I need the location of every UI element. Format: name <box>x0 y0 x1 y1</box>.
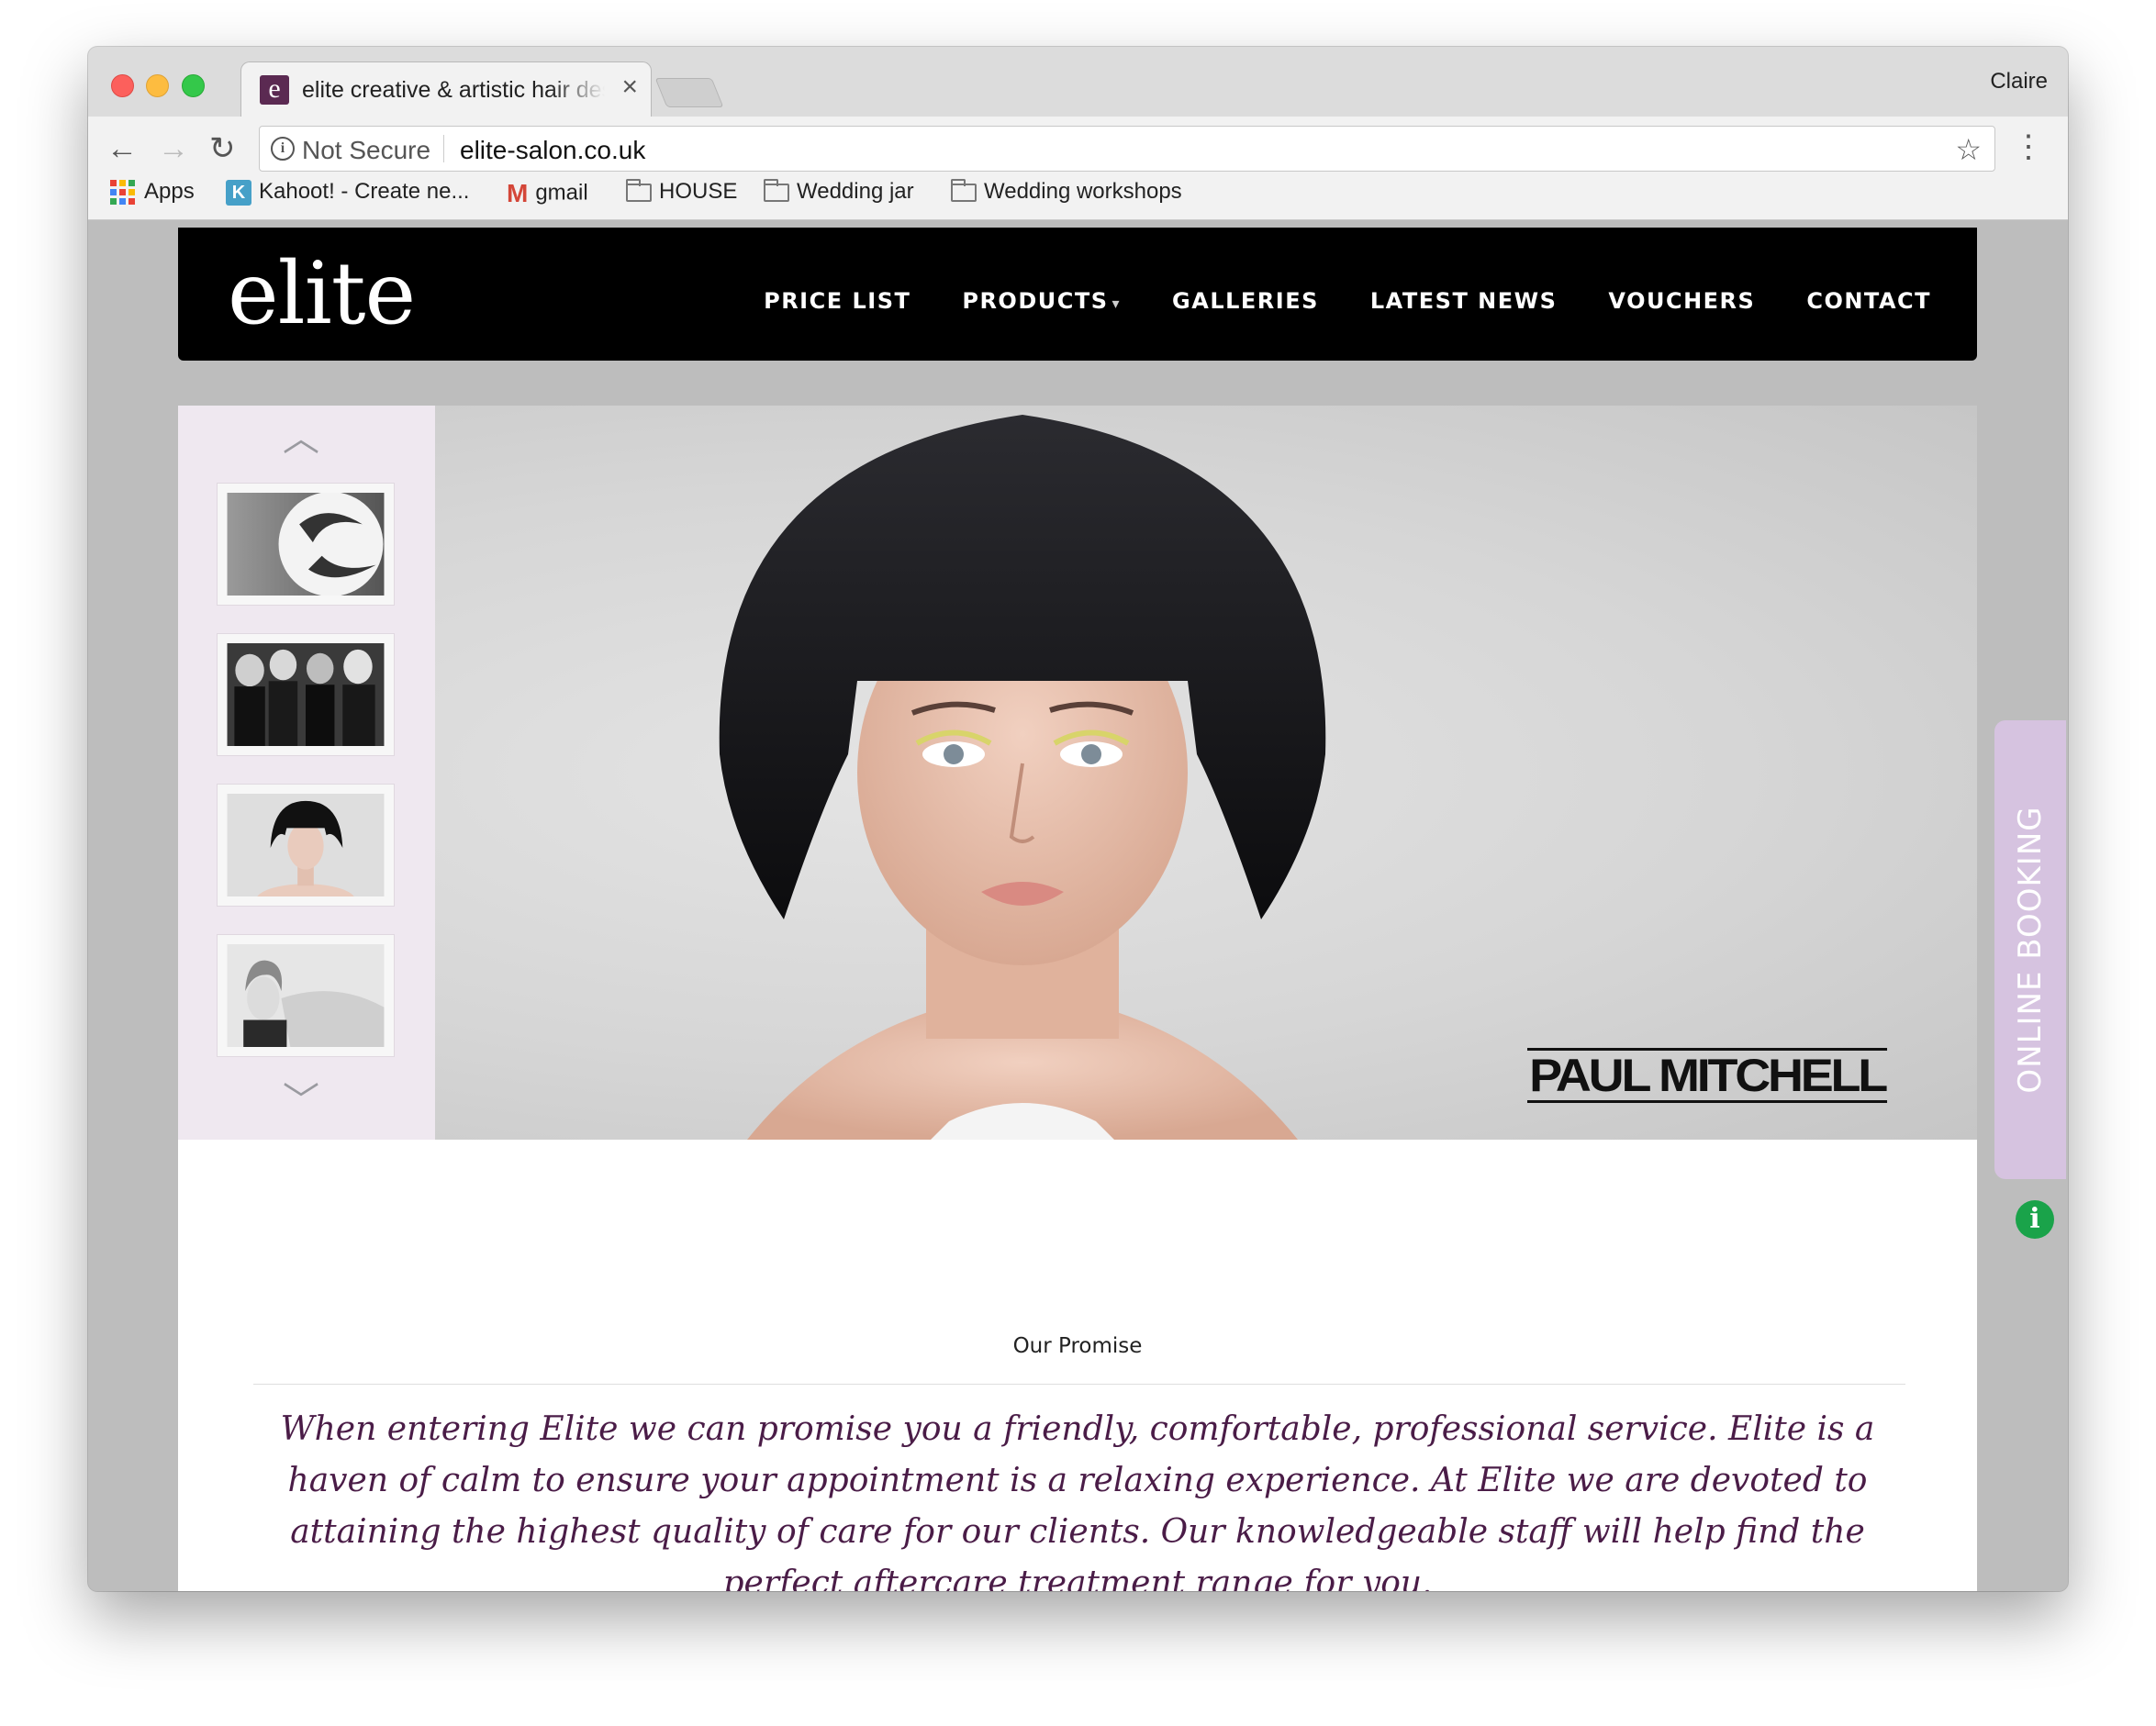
window-close-button[interactable] <box>111 74 134 97</box>
promise-text: When entering Elite we can promise you a… <box>280 1410 1875 1591</box>
window-minimize-button[interactable] <box>146 74 169 97</box>
page-viewport: elite PRICE LIST PRODUCTS ▾ GALLERIES LAT… <box>88 220 2068 1591</box>
bookmark-label: gmail <box>535 180 588 206</box>
bookmark-kahoot[interactable]: K Kahoot! - Create ne... <box>226 179 469 206</box>
site-header: elite PRICE LIST PRODUCTS ▾ GALLERIES LAT… <box>178 228 1977 361</box>
address-bar[interactable]: i Not Secure elite-salon.co.uk ☆ <box>259 126 1995 172</box>
bookmarks-bar: Apps K Kahoot! - Create ne... Mgmail HOUS… <box>88 170 2068 216</box>
site-logo[interactable]: elite <box>228 244 416 344</box>
gmail-icon: M <box>507 179 529 207</box>
info-help-icon[interactable]: i <box>2016 1200 2054 1239</box>
forward-arrow-icon[interactable]: → <box>158 133 189 164</box>
nav-contact[interactable]: CONTACT <box>1806 288 1931 314</box>
slider-thumbnail[interactable] <box>217 483 395 606</box>
address-separator <box>443 135 444 162</box>
thumbnail-image <box>227 643 385 746</box>
security-label[interactable]: Not Secure <box>302 136 430 165</box>
bookmark-label: HOUSE <box>659 179 738 204</box>
site-favicon-icon: e <box>260 75 289 105</box>
section-divider <box>253 1384 1905 1385</box>
bookmark-wedding-jar[interactable]: Wedding jar <box>764 178 914 205</box>
bookmark-label: Wedding workshops <box>984 179 1182 204</box>
browser-window: e elite creative & artistic hair design … <box>88 47 2068 1591</box>
kahoot-icon: K <box>226 179 251 206</box>
info-icon[interactable]: i <box>271 137 295 161</box>
thumbnail-image <box>227 492 385 596</box>
bookmark-star-icon[interactable]: ☆ <box>1955 132 1982 167</box>
nav-price-list[interactable]: PRICE LIST <box>764 288 910 314</box>
chevron-down-icon[interactable]: ﹀ <box>283 1083 319 1119</box>
hero-image: PAUL MITCHELL <box>435 406 1977 1140</box>
bookmark-house[interactable]: HOUSE <box>626 178 738 205</box>
chevron-up-icon[interactable]: ︿ <box>283 420 319 457</box>
bookmark-wedding-workshops[interactable]: Wedding workshops <box>951 178 1182 205</box>
bookmark-gmail[interactable]: Mgmail <box>507 179 588 208</box>
slider-thumbnail[interactable] <box>217 934 395 1057</box>
bookmark-label: Apps <box>144 179 195 204</box>
folder-icon <box>951 178 977 202</box>
tab-close-icon[interactable]: × <box>621 73 638 101</box>
bookmark-apps[interactable]: Apps <box>110 179 195 206</box>
browser-toolbar: ← → ↻ i Not Secure elite-salon.co.uk ☆ ⋮… <box>88 117 2068 220</box>
hero-illustration <box>719 415 1326 1140</box>
thumbnail-strip: ︿ ﹀ <box>178 406 435 1140</box>
online-booking-tab[interactable]: ONLINE BOOKING <box>1994 720 2066 1179</box>
browser-menu-icon[interactable]: ⋮ <box>2013 131 2044 162</box>
thumbnail-image <box>227 794 385 917</box>
chevron-down-icon: ▾ <box>1112 295 1122 312</box>
main-nav: PRICE LIST PRODUCTS ▾ GALLERIES LATEST NE… <box>764 288 1931 314</box>
apps-grid-icon <box>110 180 135 206</box>
nav-latest-news[interactable]: LATEST NEWS <box>1370 288 1558 314</box>
paul-mitchell-logo: PAUL MITCHELL <box>1527 1048 1888 1103</box>
bookmark-label: Wedding jar <box>797 179 914 204</box>
browser-tab-active[interactable]: e elite creative & artistic hair design … <box>240 61 652 117</box>
folder-icon <box>626 178 652 202</box>
promise-title: Our Promise <box>1012 1334 1143 1358</box>
thumbnail-image <box>227 944 385 1047</box>
tab-bar: e elite creative & artistic hair design … <box>88 47 2068 117</box>
tab-title: elite creative & artistic hair design <box>302 77 605 103</box>
nav-products-label: PRODUCTS <box>962 288 1109 314</box>
back-arrow-icon[interactable]: ← <box>106 133 138 164</box>
nav-galleries[interactable]: GALLERIES <box>1172 288 1319 314</box>
nav-products[interactable]: PRODUCTS ▾ <box>962 288 1121 314</box>
window-maximize-button[interactable] <box>182 74 205 97</box>
folder-icon <box>764 178 789 202</box>
slider-thumbnail-active[interactable] <box>217 784 395 917</box>
bookmark-label: Kahoot! - Create ne... <box>259 179 470 204</box>
promise-section: Our Promise When entering Elite we can p… <box>178 1140 1977 1591</box>
url-text[interactable]: elite-salon.co.uk <box>460 136 645 165</box>
online-booking-label: ONLINE BOOKING <box>2012 806 2049 1094</box>
new-tab-button[interactable] <box>654 78 724 107</box>
image-slider: ︿ ﹀ PAUL MITCHELL <box>178 406 1977 1140</box>
profile-name[interactable]: Claire <box>1990 69 2048 95</box>
slider-thumbnail[interactable] <box>217 633 395 756</box>
nav-vouchers[interactable]: VOUCHERS <box>1608 288 1755 314</box>
reload-icon[interactable]: ↻ <box>209 133 236 164</box>
